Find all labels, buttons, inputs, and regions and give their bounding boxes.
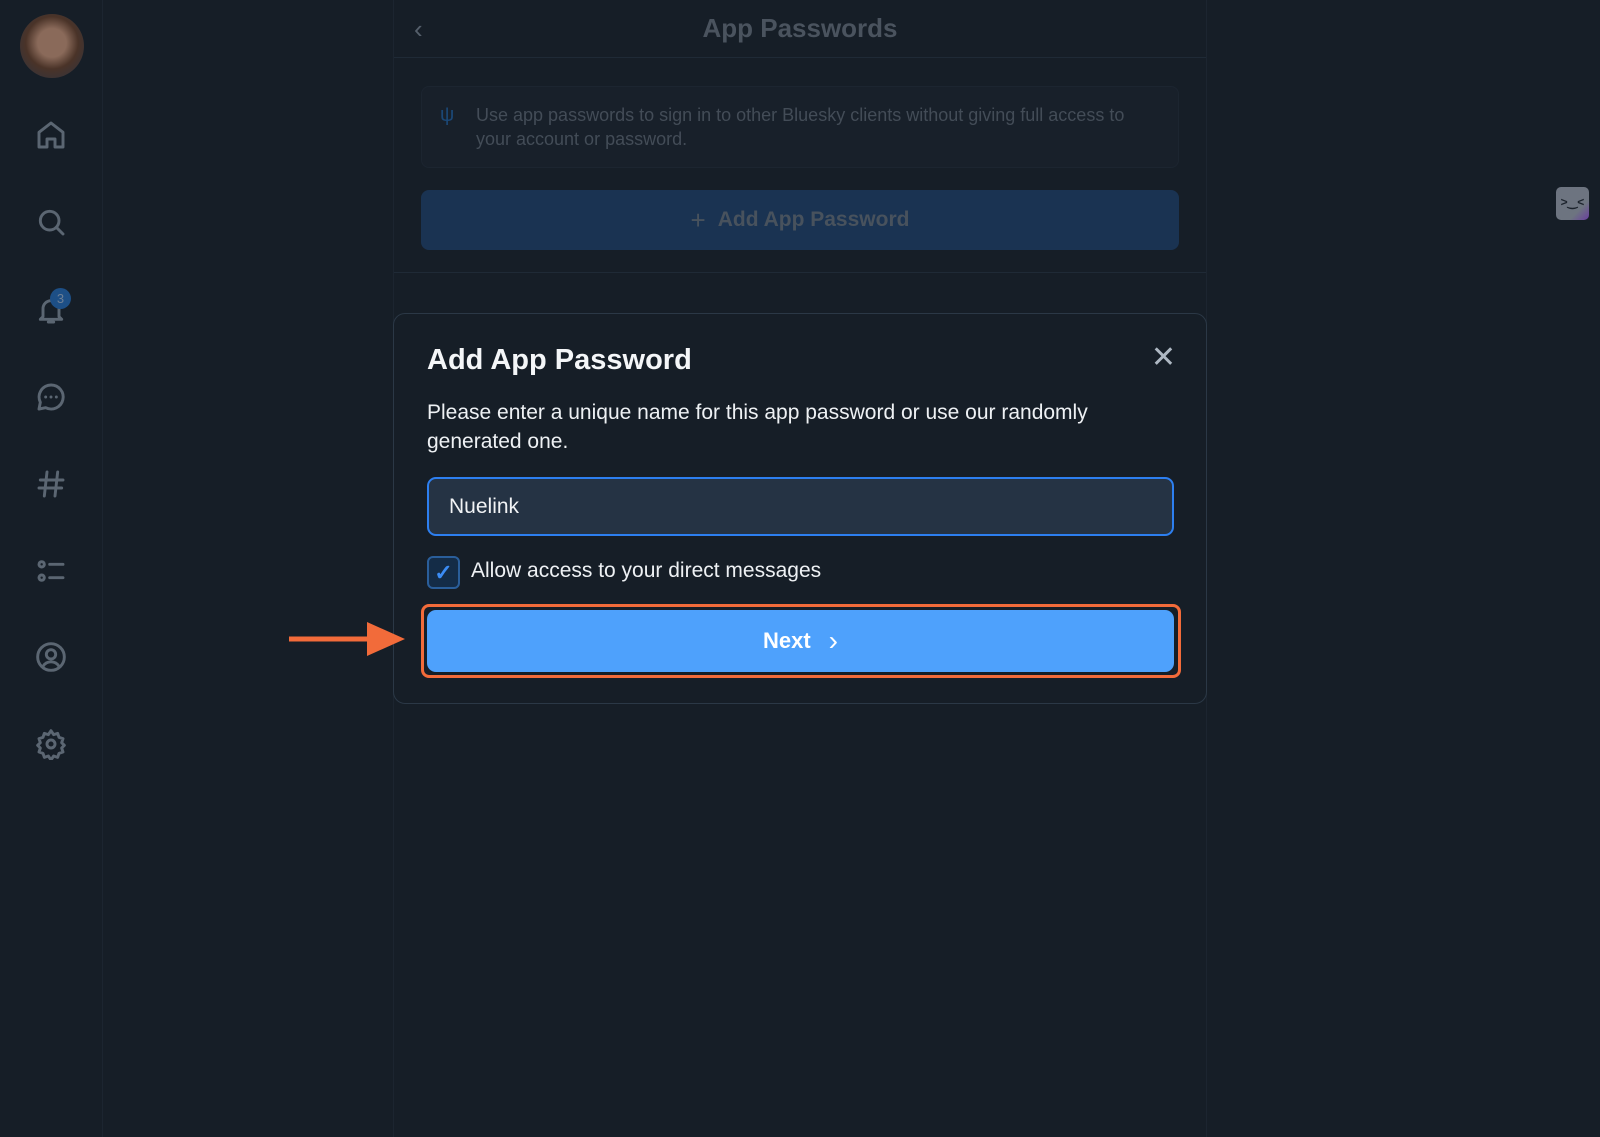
avatar[interactable] (20, 14, 84, 78)
annotation-arrow-icon (289, 622, 405, 656)
chevron-right-icon: › (828, 625, 838, 656)
chat-icon[interactable] (33, 379, 69, 415)
page-header: ‹ App Passwords (394, 0, 1206, 58)
next-button[interactable]: Next › (427, 610, 1174, 672)
add-app-password-dialog: Add App Password ✕ Please enter a unique… (393, 313, 1207, 704)
search-icon[interactable] (33, 204, 69, 240)
sprout-icon: ψ (440, 104, 455, 126)
page-title: App Passwords (702, 13, 898, 43)
next-label: Next (762, 628, 811, 653)
app-password-name-input[interactable] (427, 477, 1174, 536)
info-text: Use app passwords to sign in to other Bl… (476, 105, 1125, 149)
list-icon[interactable] (33, 553, 69, 589)
dm-access-checkbox[interactable]: ✓ (427, 556, 460, 589)
info-box: ψ Use app passwords to sign in to other … (421, 86, 1179, 168)
close-icon[interactable]: ✕ (1151, 340, 1176, 375)
dm-access-label[interactable]: Allow access to your direct messages (471, 559, 821, 583)
profile-icon[interactable] (33, 639, 69, 675)
dialog-title: Add App Password (427, 344, 692, 376)
home-icon[interactable] (33, 117, 69, 153)
gear-icon[interactable] (33, 726, 69, 762)
emoji-face-icon[interactable]: >‿< (1556, 187, 1589, 220)
hashtag-icon[interactable] (33, 466, 69, 502)
back-icon[interactable]: ‹ (414, 14, 423, 45)
add-app-password-label: Add App Password (717, 208, 910, 231)
dialog-description: Please enter a unique name for this app … (427, 401, 1088, 453)
divider (394, 272, 1206, 273)
sidebar: 3 (0, 0, 103, 1137)
notification-badge: 3 (50, 288, 71, 309)
plus-icon: + (690, 204, 706, 235)
add-app-password-button[interactable]: + Add App Password (421, 190, 1179, 250)
